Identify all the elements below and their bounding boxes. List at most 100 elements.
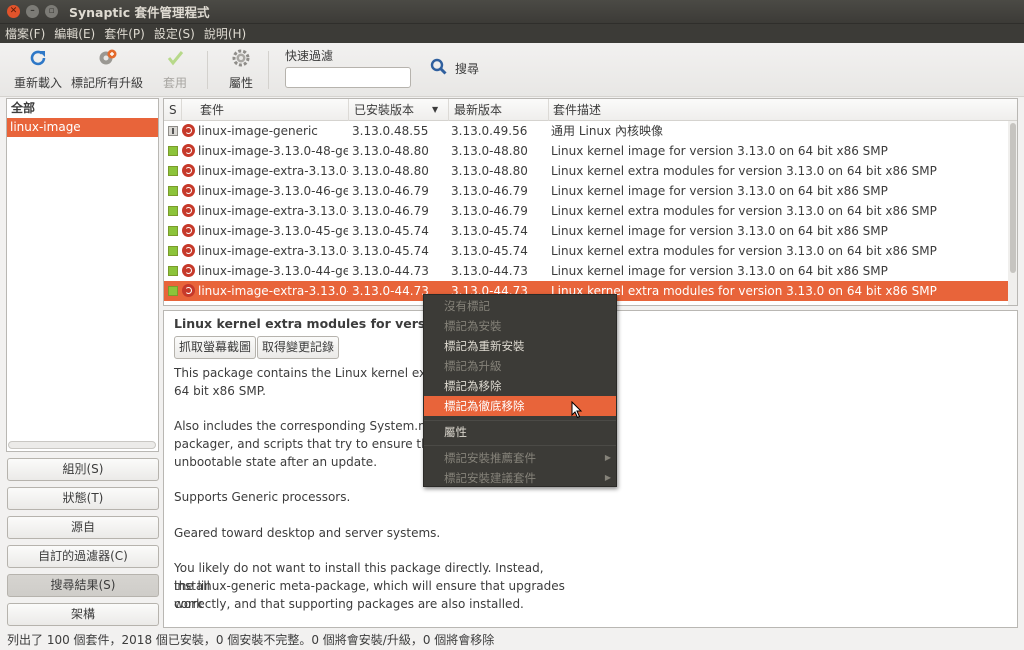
installed-status-icon[interactable] (168, 206, 178, 216)
column-description[interactable]: 套件描述 (548, 99, 1008, 121)
table-row[interactable]: linux-image-generic 3.13.0.48.55 3.13.0.49… (164, 121, 1008, 141)
quick-filter-input[interactable] (285, 67, 411, 88)
gear-icon (231, 47, 251, 69)
ubuntu-logo-icon (182, 224, 195, 237)
custom-filters-button[interactable]: 自訂的過濾器(C) (7, 545, 159, 568)
upgrade-gear-icon (96, 47, 118, 69)
search-results-button[interactable]: 搜尋結果(S) (7, 574, 159, 597)
installed-version: 3.13.0-46.79 (352, 204, 429, 218)
ubuntu-logo-icon (182, 204, 195, 217)
window-title: Synaptic 套件管理程式 (69, 5, 210, 20)
menu-item-mark-recommended[interactable]: 標記安裝推薦套件 ▶ (424, 448, 616, 468)
column-installed[interactable]: 已安裝版本 ▼ (349, 99, 449, 121)
details-line: Supports Generic processors. (174, 490, 351, 504)
menu-item-properties[interactable]: 屬性 (424, 422, 616, 442)
architecture-button[interactable]: 架構 (7, 603, 159, 626)
table-header: S 套件 已安裝版本 ▼ 最新版本 套件描述 (164, 99, 1017, 121)
apply-button[interactable]: 套用 (163, 47, 187, 91)
installed-status-icon[interactable] (168, 226, 178, 236)
filter-header-all[interactable]: 全部 (7, 99, 158, 118)
menu-item-mark-suggested[interactable]: 標記安裝建議套件 ▶ (424, 468, 616, 488)
package-name: linux-image-extra-3.13.0-45-generic (198, 244, 348, 258)
origin-button[interactable]: 源自 (7, 516, 159, 539)
menu-settings[interactable]: 設定(S) (149, 25, 199, 42)
menu-separator (424, 445, 616, 446)
installed-version: 3.13.0-48.80 (352, 144, 429, 158)
sort-down-icon: ▼ (432, 105, 439, 114)
ubuntu-logo-icon (182, 264, 195, 277)
installed-version: 3.13.0-45.74 (352, 244, 429, 258)
mouse-pointer-icon (571, 401, 583, 419)
synaptic-window: ✕ – ▫ Synaptic 套件管理程式 檔案(F) 編輯(E) 套件(P) … (0, 0, 1024, 650)
menu-help[interactable]: 說明(H) (199, 25, 250, 42)
title-bar: ✕ – ▫ Synaptic 套件管理程式 (0, 0, 1024, 24)
table-row[interactable]: linux-image-extra-3.13.0-45-generic 3.13.… (164, 241, 1008, 261)
search-button[interactable]: 搜尋 (430, 58, 479, 79)
package-description: 通用 Linux 內核映像 (551, 124, 663, 138)
installed-status-icon[interactable] (168, 166, 178, 176)
table-row[interactable]: linux-image-3.13.0-45-generic 3.13.0-45.7… (164, 221, 1008, 241)
column-latest[interactable]: 最新版本 (449, 99, 549, 121)
maximize-window-button[interactable]: ▫ (45, 5, 58, 18)
installed-status-icon[interactable] (168, 146, 178, 156)
submenu-arrow-icon: ▶ (604, 453, 611, 462)
get-screenshot-button[interactable]: 抓取螢幕截圖 (174, 336, 257, 359)
menu-item-mark-reinstall[interactable]: 標記為重新安裝 (424, 336, 616, 356)
table-row[interactable]: linux-image-3.13.0-46-generic 3.13.0-46.7… (164, 181, 1008, 201)
package-name: linux-image-extra-3.13.0-48-generic (198, 164, 348, 178)
installed-version: 3.13.0-45.74 (352, 224, 429, 238)
horizontal-scrollbar[interactable] (8, 441, 156, 449)
package-description: Linux kernel extra modules for version 3… (551, 244, 937, 258)
column-package[interactable]: 套件 (195, 99, 349, 121)
close-icon: ✕ (9, 6, 18, 16)
minimize-window-button[interactable]: – (26, 5, 39, 18)
latest-version: 3.13.0-45.74 (451, 244, 528, 258)
toolbar-separator (268, 51, 269, 89)
column-status[interactable]: S (164, 99, 182, 121)
menu-item-mark-remove[interactable]: 標記為移除 (424, 376, 616, 396)
installed-status-icon[interactable] (168, 246, 178, 256)
package-table: S 套件 已安裝版本 ▼ 最新版本 套件描述 linux-image-generi… (163, 98, 1018, 306)
latest-version: 3.13.0-46.79 (451, 184, 528, 198)
installed-status-icon[interactable] (168, 266, 178, 276)
scrollbar-thumb[interactable] (1010, 123, 1016, 273)
installed-status-icon[interactable] (168, 286, 178, 296)
table-row[interactable]: linux-image-3.13.0-48-generic 3.13.0-48.8… (164, 141, 1008, 161)
table-row[interactable]: linux-image-extra-3.13.0-48-generic 3.13.… (164, 161, 1008, 181)
properties-button[interactable]: 屬性 (229, 47, 253, 91)
package-name: linux-image-extra-3.13.0-46-generic (198, 204, 348, 218)
sections-button[interactable]: 組別(S) (7, 458, 159, 481)
get-changelog-button[interactable]: 取得變更記錄 (257, 336, 340, 359)
package-name: linux-image-generic (198, 124, 318, 138)
package-name: linux-image-extra-3.13.0-44-generic (198, 284, 348, 298)
package-description: Linux kernel image for version 3.13.0 on… (551, 144, 888, 158)
installed-status-icon[interactable] (168, 186, 178, 196)
status-button[interactable]: 狀態(T) (7, 487, 159, 510)
menu-item-mark-upgrade[interactable]: 標記為升級 (424, 356, 616, 376)
upgradable-status-icon[interactable] (168, 126, 178, 136)
latest-version: 3.13.0.49.56 (451, 124, 528, 138)
menu-item-unmark[interactable]: 沒有標記 (424, 296, 616, 316)
menu-item-mark-install[interactable]: 標記為安裝 (424, 316, 616, 336)
menu-item-mark-purge[interactable]: 標記為徹底移除 (424, 396, 616, 416)
maximize-icon: ▫ (48, 6, 55, 16)
menu-package[interactable]: 套件(P) (99, 25, 149, 42)
filter-item-linux-image[interactable]: linux-image (7, 118, 158, 137)
vertical-scrollbar[interactable] (1008, 121, 1017, 305)
close-window-button[interactable]: ✕ (7, 5, 20, 18)
details-line: Geared toward desktop and server systems… (174, 526, 441, 540)
ubuntu-logo-icon (182, 144, 195, 157)
menu-separator (424, 420, 616, 421)
details-line: correctly, and that supporting packages … (174, 597, 524, 611)
menu-file[interactable]: 檔案(F) (0, 25, 49, 42)
table-row[interactable]: linux-image-3.13.0-44-generic 3.13.0-44.7… (164, 261, 1008, 281)
package-description: Linux kernel extra modules for version 3… (551, 164, 937, 178)
package-description: Linux kernel image for version 3.13.0 on… (551, 264, 888, 278)
package-name: linux-image-3.13.0-45-generic (198, 224, 348, 238)
table-row[interactable]: linux-image-extra-3.13.0-46-generic 3.13.… (164, 201, 1008, 221)
installed-version: 3.13.0-44.73 (352, 264, 429, 278)
package-name: linux-image-3.13.0-46-generic (198, 184, 348, 198)
mark-all-upgrades-button[interactable]: 標記所有升級 (71, 47, 143, 91)
menu-edit[interactable]: 編輯(E) (49, 25, 99, 42)
reload-button[interactable]: 重新載入 (14, 47, 62, 91)
